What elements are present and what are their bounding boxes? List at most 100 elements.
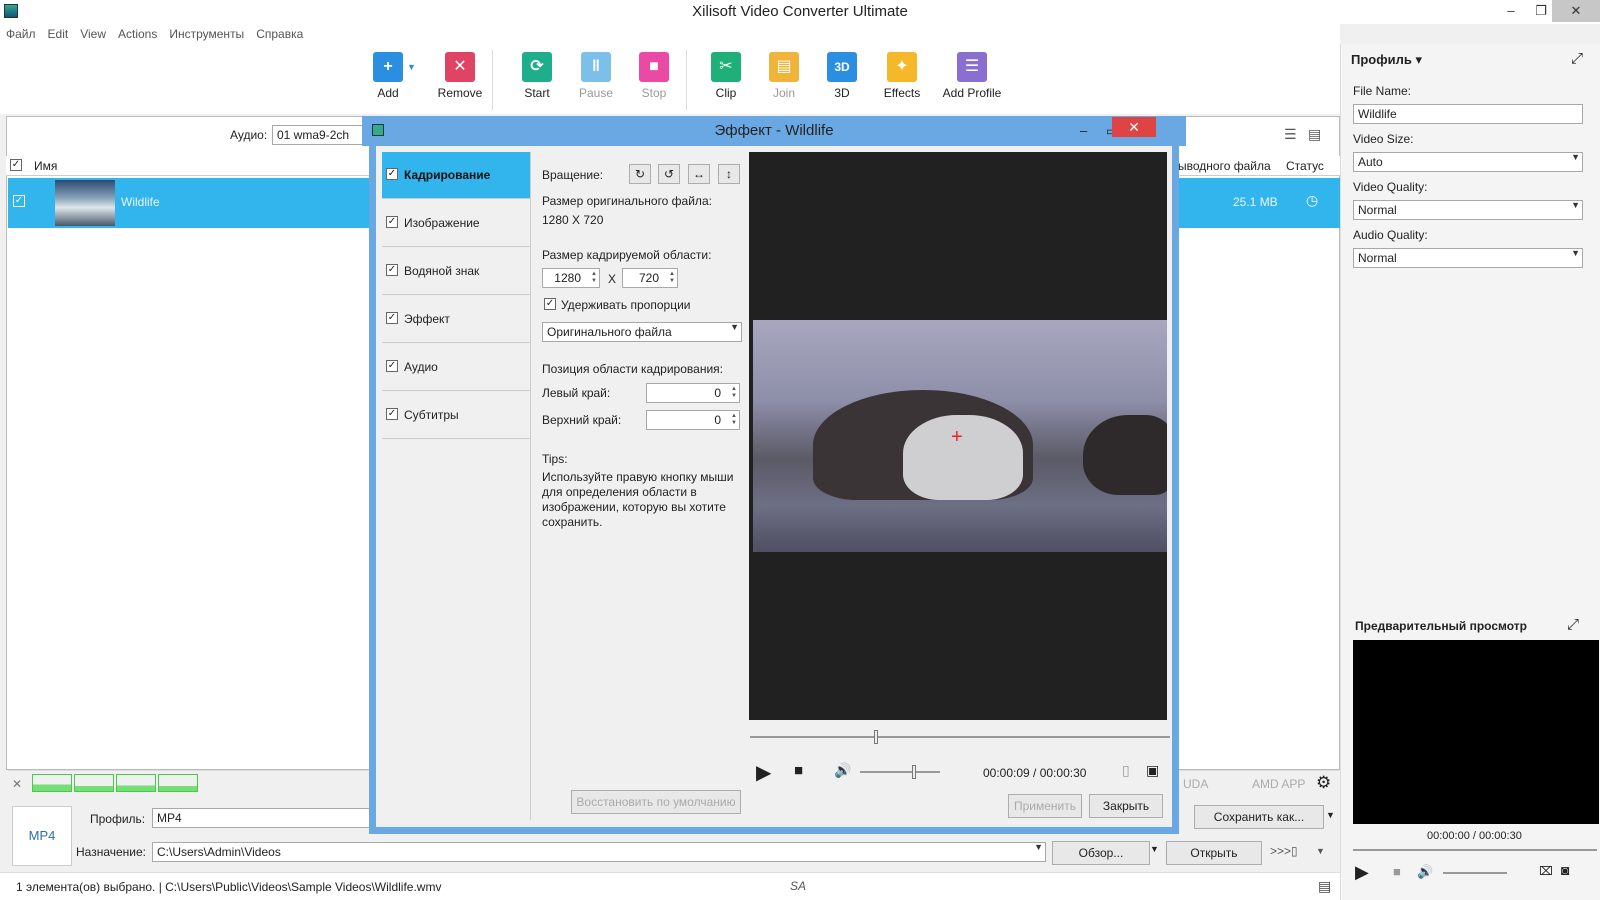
convert-queue-icon[interactable]: >>>▯ [1270,844,1298,858]
three-d-button[interactable]: 3D 3D [812,52,872,114]
preview-expand-icon[interactable]: ⤢ [1567,616,1579,633]
menu-file[interactable]: Файл [0,24,42,44]
dialog-seek-thumb[interactable] [874,730,878,744]
close-dialog-button[interactable]: Закрыть [1089,794,1163,818]
select-all-checkbox[interactable]: ✓ [10,159,22,171]
list-view-icon[interactable]: ☰ [1284,126,1297,143]
menu-help[interactable]: Справка [250,24,309,44]
rotate-cw-icon[interactable]: ↻ [629,164,651,184]
restore-defaults-button[interactable]: Восстановить по умолчанию [571,790,741,814]
cpu-close-icon[interactable]: ✕ [12,777,22,791]
dialog-volume-slider[interactable] [860,771,940,773]
row-checkbox[interactable]: ✓ [13,195,25,207]
remove-button[interactable]: ✕ Remove [430,52,490,114]
detail-view-icon[interactable]: ▤ [1308,126,1321,143]
tab-audio[interactable]: ✓ Аудио [382,344,530,391]
tab-effect-checkbox[interactable]: ✓ [386,312,398,324]
tab-effect[interactable]: ✓ Эффект [382,296,530,343]
menu-tools[interactable]: Инструменты [163,24,250,44]
column-output-file[interactable]: ыводного файла [1178,159,1271,173]
menu-view[interactable]: View [74,24,112,44]
tab-watermark-checkbox[interactable]: ✓ [386,264,398,276]
minimize-button[interactable]: – [1494,0,1528,22]
join-button[interactable]: ▤ Join [754,52,814,114]
expand-icon[interactable]: ⤢ [1571,50,1583,67]
profile-panel-header[interactable]: Профиль ▾ [1351,52,1422,68]
dialog-volume-thumb[interactable] [912,765,916,779]
keep-ratio-checkbox[interactable]: ✓ [544,298,556,310]
crop-position-label: Позиция области кадрирования: [542,362,723,376]
video-size-select[interactable]: Auto [1353,152,1583,172]
tab-subtitles[interactable]: ✓ Субтитры [382,392,530,439]
volume-icon[interactable]: 🔊 [1417,864,1433,880]
split-view-icon[interactable]: ▯ [1122,762,1130,779]
volume-slider[interactable] [1443,872,1507,874]
flip-vertical-icon[interactable]: ↕ [718,164,740,184]
preview-seek-bar[interactable] [1353,849,1597,851]
audio-quality-select[interactable]: Normal [1353,248,1583,268]
dialog-minimize-button[interactable]: – [1080,116,1087,146]
menu-actions[interactable]: Actions [112,24,163,44]
dialog-play-icon[interactable]: ▶ [756,760,771,785]
profile-format-icon[interactable]: MP4 [12,806,72,866]
destination-input[interactable]: C:\Users\Admin\Videos [152,842,1046,862]
log-icon[interactable]: ▤ [1318,878,1331,895]
tab-crop-checkbox[interactable]: ✓ [386,168,398,180]
stop-icon[interactable]: ■ [1393,864,1401,879]
flip-horizontal-icon[interactable]: ↔ [688,164,710,184]
left-edge-spinner[interactable]: ▲ ▼ [727,386,737,400]
stop-button[interactable]: ■ Stop [624,52,684,114]
rotate-ccw-icon[interactable]: ↺ [658,164,680,184]
column-status[interactable]: Статус [1286,159,1324,173]
close-button[interactable]: ✕ [1552,0,1600,22]
add-profile-button[interactable]: ☰ Add Profile [934,52,1010,114]
cuda-label[interactable]: UDA [1183,777,1208,791]
profile-select[interactable]: MP4 [152,808,378,828]
crop-height-input[interactable]: 720 ▲ ▼ [622,268,678,288]
left-edge-input[interactable]: 0 ▲ ▼ [646,383,740,403]
apply-button[interactable]: Применить [1008,794,1082,818]
pause-button[interactable]: ‖ Pause [566,52,626,114]
tab-audio-checkbox[interactable]: ✓ [386,360,398,372]
queue-dropdown-icon[interactable]: ▼ [1316,846,1325,856]
start-button[interactable]: ⟳ Start [507,52,567,114]
browse-button[interactable]: Обзор... [1052,841,1150,865]
save-as-dropdown-icon[interactable]: ▼ [1326,810,1335,820]
dialog-close-button[interactable]: ✕ [1112,117,1156,137]
effects-button[interactable]: ✦ Effects [872,52,932,114]
top-edge-input[interactable]: 0 ▲ ▼ [646,410,740,430]
audio-filter-input[interactable]: 01 wma9-2ch [272,125,372,145]
dialog-stop-icon[interactable]: ■ [794,762,803,779]
tab-crop[interactable]: ✓ Кадрирование [382,152,530,199]
file-name-label: File Name: [1353,84,1412,98]
film-view-icon[interactable]: ▣ [1146,762,1159,779]
tab-watermark[interactable]: ✓ Водяной знак [382,248,530,295]
crop-center-crosshair[interactable]: + [951,426,963,449]
camera-icon[interactable]: ◙ [1561,862,1569,878]
amd-app-label[interactable]: AMD APP [1252,777,1305,791]
snapshot-folder-icon[interactable]: ⌧ [1539,864,1553,878]
video-frame[interactable]: + [753,320,1167,552]
open-folder-button[interactable]: Открыть [1166,841,1262,865]
dialog-seek-bar[interactable] [750,736,1170,738]
file-name-input[interactable]: Wildlife [1353,104,1583,124]
menu-edit[interactable]: Edit [42,24,75,44]
save-as-button[interactable]: Сохранить как... [1194,805,1324,829]
add-dropdown-icon[interactable]: ▼ [407,62,416,72]
tab-image[interactable]: ✓ Изображение [382,200,530,247]
ratio-select[interactable]: Оригинального файла [542,322,742,342]
settings-gear-icon[interactable]: ⚙ [1316,773,1331,793]
crop-height-spinner[interactable]: ▲ ▼ [665,271,675,285]
crop-width-input[interactable]: 1280 ▲ ▼ [542,268,600,288]
app-icon[interactable] [4,4,18,18]
tab-image-checkbox[interactable]: ✓ [386,216,398,228]
browse-dropdown-icon[interactable]: ▼ [1150,844,1159,854]
play-icon[interactable]: ▶ [1355,862,1369,883]
video-quality-select[interactable]: Normal [1353,200,1583,220]
crop-width-spinner[interactable]: ▲ ▼ [587,271,597,285]
column-name[interactable]: Имя [34,159,57,173]
clip-button[interactable]: ✂ Clip [696,52,756,114]
dialog-volume-icon[interactable]: 🔊 [834,762,851,779]
tab-subtitles-checkbox[interactable]: ✓ [386,408,398,420]
top-edge-spinner[interactable]: ▲ ▼ [727,413,737,427]
